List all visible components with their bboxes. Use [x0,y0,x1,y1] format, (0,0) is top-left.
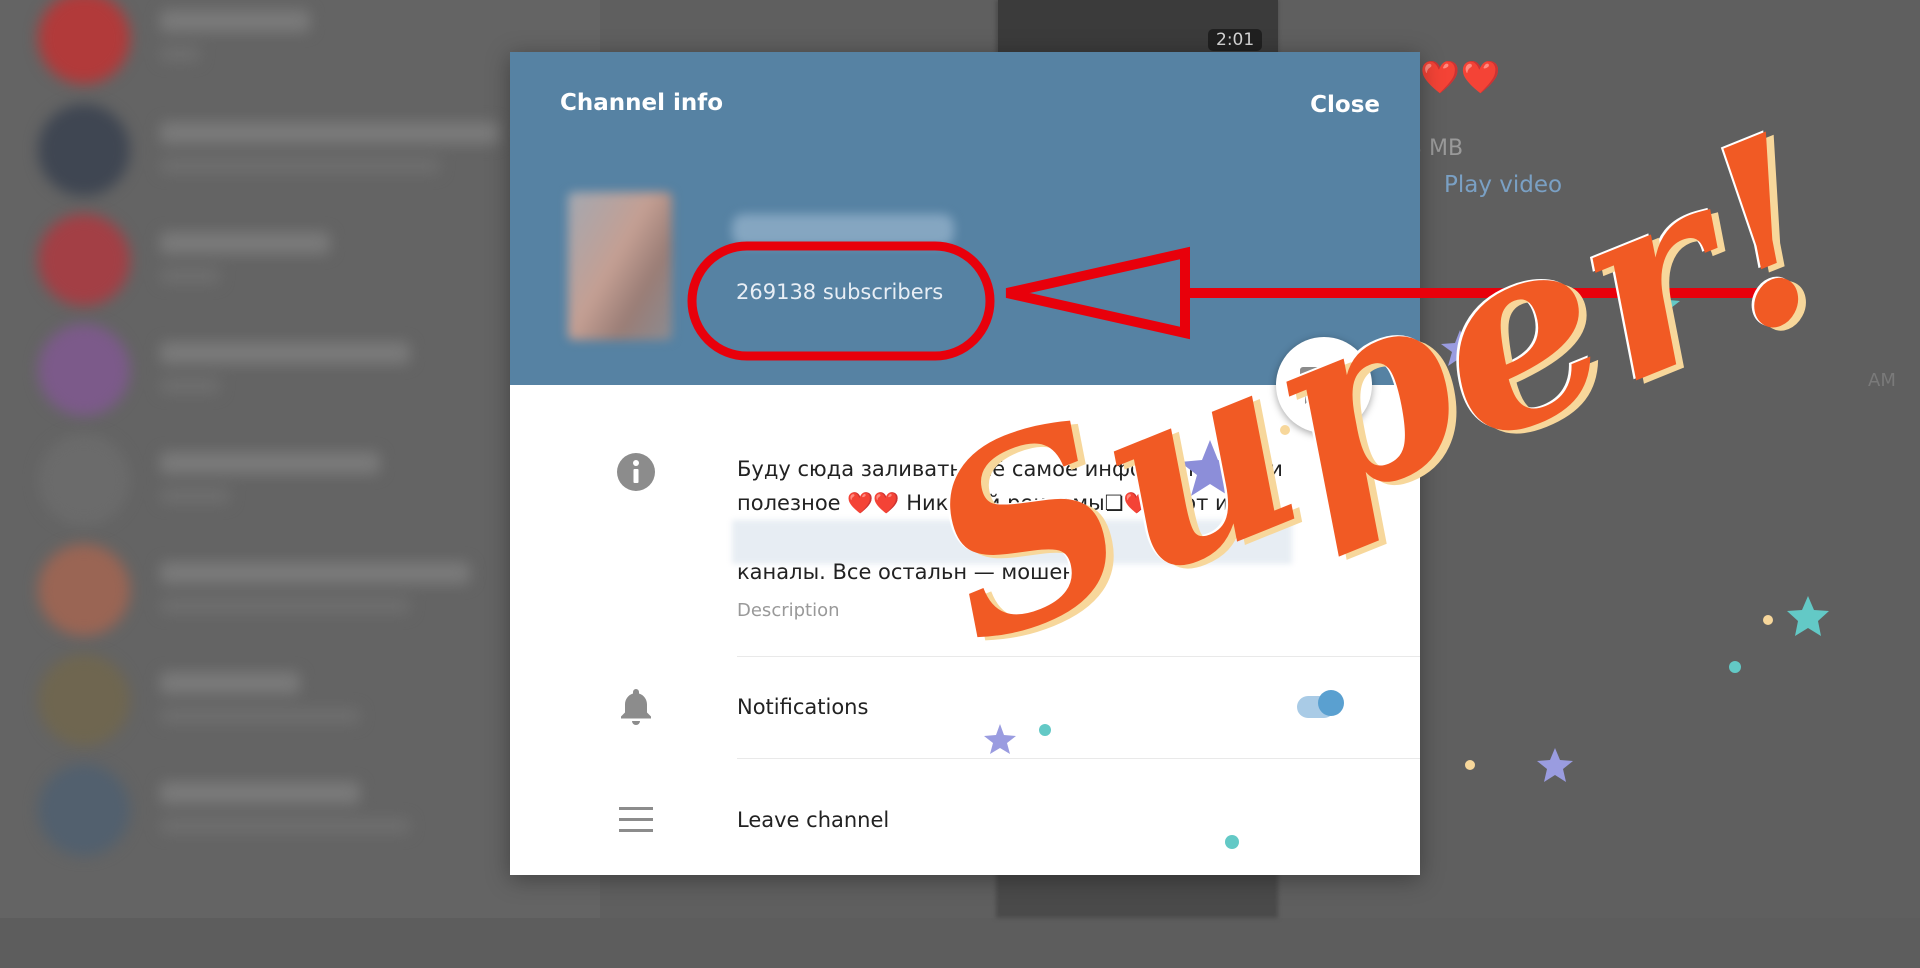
chat-preview-placeholder [160,378,220,394]
menu-icon [619,807,653,832]
chat-title-placeholder [160,782,360,804]
subscriber-count: 269138 subscribers [736,280,944,304]
chat-title-placeholder [160,562,470,584]
chat-preview-placeholder [160,818,410,834]
info-icon [617,453,655,491]
avatar [38,654,130,746]
chat-preview-placeholder [160,158,440,174]
avatar [38,0,130,84]
video-duration: 2:01 [1208,29,1263,51]
chat-title-placeholder [160,122,500,144]
message-time: AM [1868,370,1896,391]
avatar [38,214,130,306]
channel-avatar[interactable] [568,192,672,340]
chat-title-placeholder [160,232,330,254]
avatar [38,324,130,416]
bell-icon [621,689,651,725]
avatar [38,104,130,196]
chat-title-placeholder [160,10,310,32]
description-caption: Description [737,600,840,621]
chat-preview-placeholder [160,598,410,614]
avatar [38,434,130,526]
modal-title: Channel info [560,90,724,116]
chat-preview-placeholder [160,488,230,504]
avatar [38,764,130,856]
chat-title-placeholder [160,452,380,474]
message-hearts: ❤️❤️ [1420,58,1502,96]
avatar [38,544,130,636]
chat-preview-placeholder [160,708,360,724]
channel-name-redacted [732,214,954,246]
close-button[interactable]: Close [1310,92,1380,118]
chat-preview-placeholder [160,268,220,284]
notifications-label: Notifications [737,695,869,719]
chat-title-placeholder [160,672,300,694]
chat-preview-placeholder [160,46,200,62]
leave-channel-button[interactable]: Leave channel [737,808,889,832]
chat-title-placeholder [160,342,410,364]
